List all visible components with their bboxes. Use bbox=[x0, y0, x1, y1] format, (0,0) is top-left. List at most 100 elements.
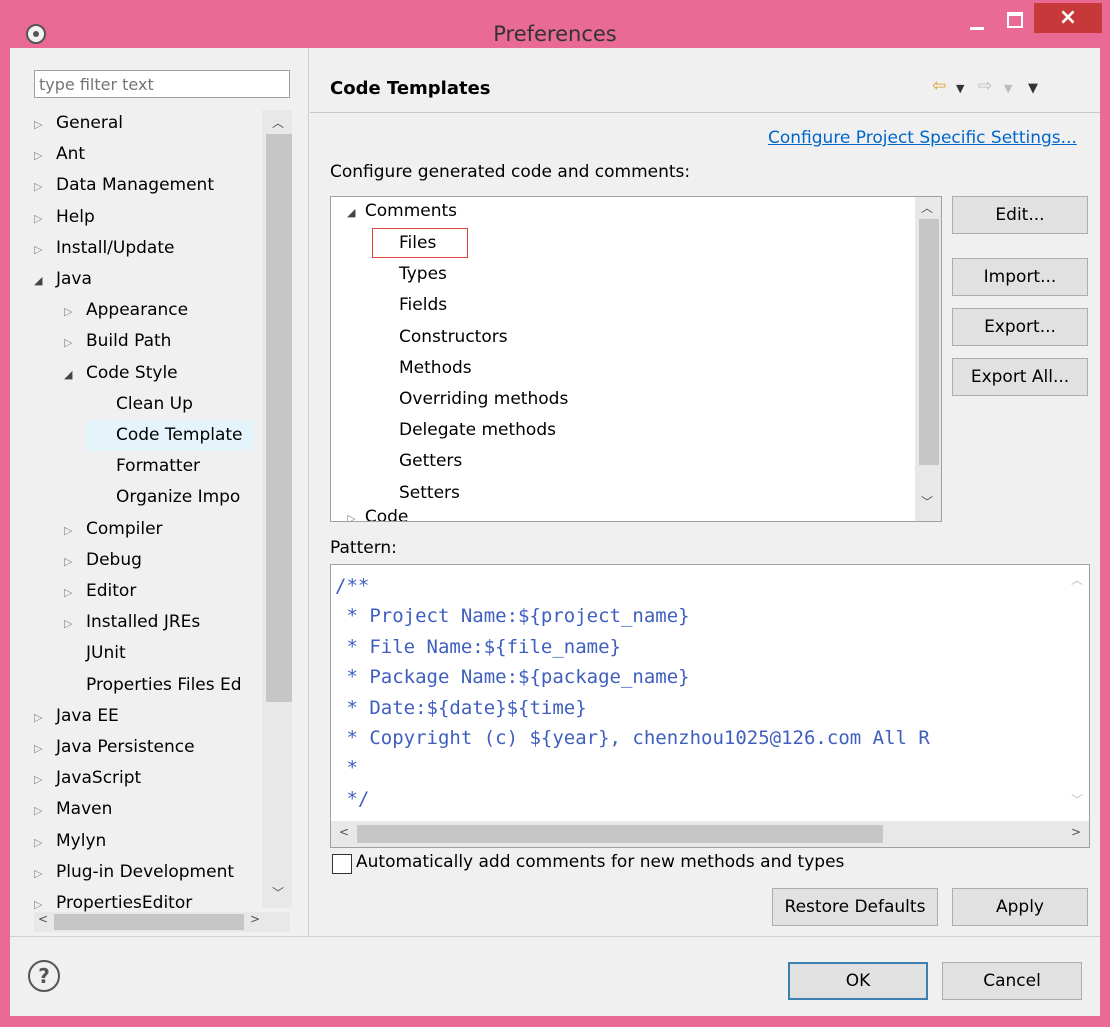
tree-item[interactable]: ▷ Compiler bbox=[64, 514, 163, 545]
cancel-button[interactable]: Cancel bbox=[942, 962, 1082, 1000]
tree-item[interactable]: Organize Impo bbox=[94, 482, 240, 513]
tree-group-comments[interactable]: ◢ Comments bbox=[347, 201, 457, 221]
tree-item[interactable]: ▷ Appearance bbox=[64, 295, 188, 326]
sash[interactable] bbox=[308, 48, 309, 936]
collapsed-icon[interactable]: ▷ bbox=[34, 171, 50, 202]
tree-item[interactable]: ▷ Maven bbox=[34, 794, 112, 825]
tree-item[interactable]: ▷ Installed JREs bbox=[64, 607, 200, 638]
tree-item[interactable]: ◢ Code Style bbox=[64, 358, 178, 389]
scroll-left-icon[interactable]: < bbox=[38, 912, 48, 926]
collapsed-icon[interactable]: ▷ bbox=[34, 889, 50, 912]
tree-item[interactable]: ▷ Debug bbox=[64, 545, 142, 576]
tree-item[interactable]: ▷ Editor bbox=[64, 576, 136, 607]
tree-group-code[interactable]: ▷ Code bbox=[347, 507, 408, 521]
template-item[interactable]: Overriding methods bbox=[399, 389, 568, 409]
collapsed-icon[interactable]: ▷ bbox=[34, 109, 50, 140]
template-item[interactable]: Methods bbox=[399, 358, 472, 378]
collapsed-icon[interactable]: ▷ bbox=[34, 234, 50, 265]
tree-item[interactable]: Properties Files Ed bbox=[64, 670, 242, 701]
scroll-down-icon[interactable]: ﹀ bbox=[1071, 791, 1083, 808]
tree-item[interactable]: ▷ Install/Update bbox=[34, 233, 174, 264]
import-button[interactable]: Import... bbox=[952, 258, 1088, 296]
scroll-right-icon[interactable]: > bbox=[1071, 825, 1081, 839]
apply-button[interactable]: Apply bbox=[952, 888, 1088, 926]
template-item[interactable]: Constructors bbox=[399, 327, 508, 347]
forward-arrow-icon[interactable]: ⇨ bbox=[978, 76, 992, 96]
expanded-icon[interactable]: ◢ bbox=[347, 206, 355, 219]
tree-item[interactable]: ▷ JavaScript bbox=[34, 763, 141, 794]
title-bar[interactable]: Preferences × bbox=[0, 0, 1110, 46]
tree-item[interactable]: ▷ Java Persistence bbox=[34, 732, 195, 763]
edit-button[interactable]: Edit... bbox=[952, 196, 1088, 234]
collapsed-icon[interactable]: ▷ bbox=[34, 733, 50, 764]
tree-item[interactable]: ▷ Build Path bbox=[64, 326, 171, 357]
collapsed-icon[interactable]: ▷ bbox=[34, 140, 50, 171]
restore-defaults-button[interactable]: Restore Defaults bbox=[772, 888, 938, 926]
scroll-up-icon[interactable]: ︿ bbox=[1071, 571, 1083, 588]
collapsed-icon[interactable]: ▷ bbox=[64, 546, 80, 577]
template-item[interactable]: Setters bbox=[399, 483, 460, 503]
scroll-down-icon[interactable]: ﹀ bbox=[921, 493, 933, 510]
tree-item[interactable]: ▷ Java EE bbox=[34, 701, 119, 732]
collapsed-icon[interactable]: ▷ bbox=[34, 702, 50, 733]
tree-item[interactable]: Clean Up bbox=[94, 389, 193, 420]
tree-item[interactable]: ▷ Plug-in Development bbox=[34, 857, 234, 888]
scroll-up-icon[interactable]: ︿ bbox=[272, 114, 284, 131]
collapsed-icon[interactable]: ▷ bbox=[34, 795, 50, 826]
maximize-icon[interactable] bbox=[997, 6, 1031, 30]
tree-item-label: Install/Update bbox=[56, 237, 175, 258]
template-item[interactable]: Fields bbox=[399, 295, 447, 315]
expanded-icon[interactable]: ◢ bbox=[34, 265, 50, 296]
template-item[interactable]: Getters bbox=[399, 451, 462, 471]
pattern-label: Pattern: bbox=[330, 538, 397, 558]
view-menu-icon[interactable]: ▼ bbox=[1028, 81, 1038, 96]
ok-button[interactable]: OK bbox=[788, 962, 928, 1000]
tree-item[interactable]: Formatter bbox=[94, 451, 200, 482]
collapsed-icon[interactable]: ▷ bbox=[34, 827, 50, 858]
group-label: Comments bbox=[364, 201, 458, 221]
tree-item[interactable]: ◢ Java bbox=[34, 264, 92, 295]
expanded-icon[interactable]: ◢ bbox=[64, 359, 80, 390]
tree-item[interactable]: JUnit bbox=[64, 638, 126, 669]
export-all-button[interactable]: Export All... bbox=[952, 358, 1088, 396]
export-button[interactable]: Export... bbox=[952, 308, 1088, 346]
collapsed-icon[interactable]: ▷ bbox=[64, 608, 80, 639]
help-icon[interactable]: ? bbox=[28, 960, 60, 992]
tree-item[interactable]: Code Template bbox=[86, 420, 254, 451]
back-dropdown-icon[interactable]: ▼ bbox=[956, 82, 964, 95]
minimize-icon[interactable] bbox=[970, 16, 986, 32]
pattern-hscroll-thumb[interactable] bbox=[357, 825, 883, 843]
back-arrow-icon[interactable]: ⇦ bbox=[932, 76, 946, 96]
collapsed-icon[interactable]: ▷ bbox=[34, 203, 50, 234]
auto-comment-label[interactable]: Automatically add comments for new metho… bbox=[356, 852, 844, 872]
scroll-left-icon[interactable]: < bbox=[339, 825, 349, 839]
scroll-right-icon[interactable]: > bbox=[250, 912, 260, 926]
close-button[interactable]: × bbox=[1034, 3, 1102, 33]
pattern-text[interactable]: /** * Project Name:${project_name} * Fil… bbox=[335, 571, 930, 814]
scroll-up-icon[interactable]: ︿ bbox=[921, 199, 933, 216]
collapsed-icon[interactable]: ▷ bbox=[64, 577, 80, 608]
tree-item[interactable]: ▷ Mylyn bbox=[34, 826, 106, 857]
collapsed-icon[interactable]: ▷ bbox=[64, 515, 80, 546]
pattern-editor[interactable]: /** * Project Name:${project_name} * Fil… bbox=[330, 564, 1090, 848]
tree-hscroll-thumb[interactable] bbox=[54, 914, 244, 930]
tree-item[interactable]: ▷ Ant bbox=[34, 139, 85, 170]
tree-scroll-thumb[interactable] bbox=[266, 134, 292, 702]
collapsed-icon[interactable]: ▷ bbox=[64, 327, 80, 358]
templates-scroll-thumb[interactable] bbox=[919, 219, 939, 465]
template-item[interactable]: Types bbox=[399, 264, 447, 284]
template-item[interactable]: Delegate methods bbox=[399, 420, 556, 440]
tree-item[interactable]: ▷ General bbox=[34, 108, 123, 139]
tree-item[interactable]: ▷ Help bbox=[34, 202, 95, 233]
filter-input[interactable] bbox=[34, 70, 290, 98]
tree-item[interactable]: ▷ PropertiesEditor bbox=[34, 888, 192, 912]
scroll-down-icon[interactable]: ﹀ bbox=[272, 884, 284, 901]
collapsed-icon[interactable]: ▷ bbox=[64, 296, 80, 327]
auto-comment-checkbox[interactable] bbox=[332, 854, 352, 874]
collapsed-icon[interactable]: ▷ bbox=[34, 764, 50, 795]
forward-dropdown-icon[interactable]: ▼ bbox=[1004, 82, 1012, 95]
project-settings-link[interactable]: Configure Project Specific Settings... bbox=[768, 128, 1077, 148]
tree-item[interactable]: ▷ Data Management bbox=[34, 170, 214, 201]
collapsed-icon[interactable]: ▷ bbox=[347, 512, 355, 521]
collapsed-icon[interactable]: ▷ bbox=[34, 858, 50, 889]
